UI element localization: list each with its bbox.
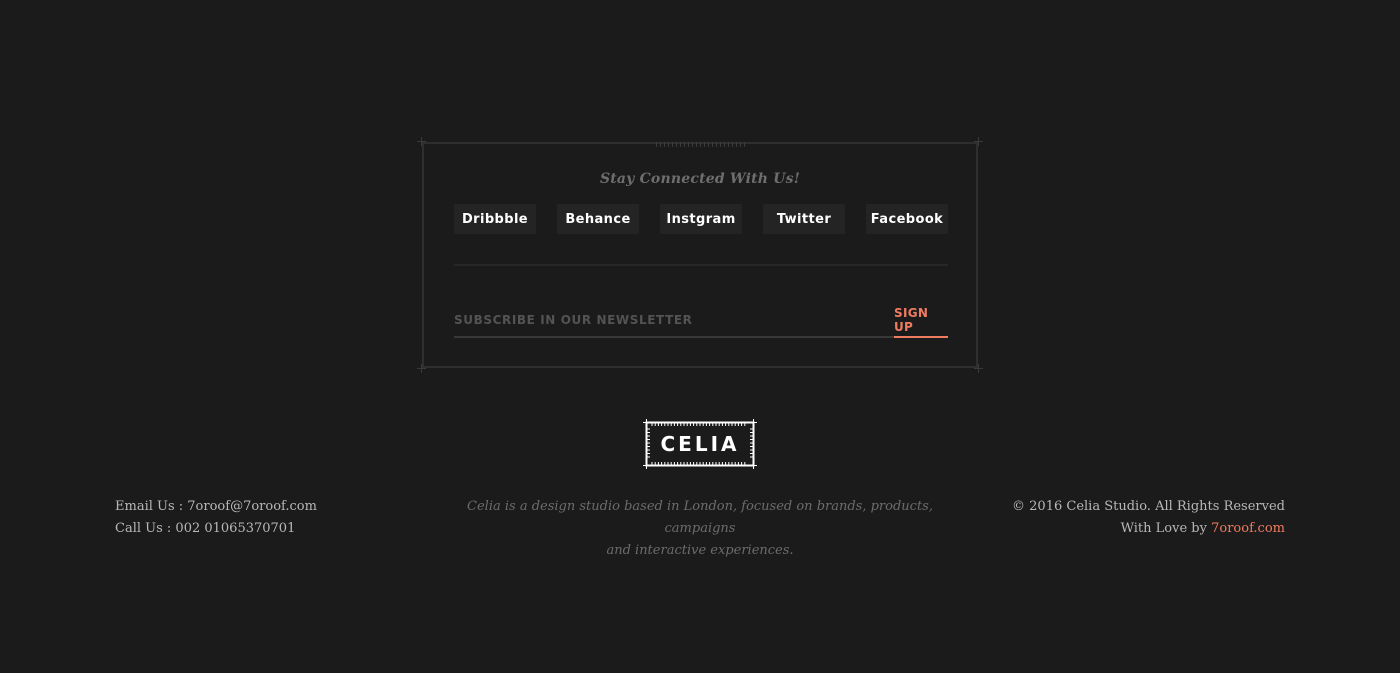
email-line: Email Us : 7oroof@7oroof.com bbox=[115, 499, 317, 514]
studio-tagline: Celia is a design studio based in London… bbox=[440, 496, 960, 562]
contact-info: Email Us : 7oroof@7oroof.com Call Us : 0… bbox=[115, 496, 317, 540]
frame-corner-bottom-left bbox=[417, 364, 426, 373]
frame-corner-bottom-right bbox=[974, 364, 983, 373]
celia-logo[interactable]: CELIA bbox=[643, 419, 757, 469]
connect-title: Stay Connected With Us! bbox=[599, 171, 801, 187]
instagram-link[interactable]: Instgram bbox=[660, 204, 742, 234]
twitter-link[interactable]: Twitter bbox=[763, 204, 845, 234]
facebook-link[interactable]: Facebook bbox=[866, 204, 948, 234]
credit-link[interactable]: 7oroof.com bbox=[1211, 521, 1285, 536]
phone-line: Call Us : 002 01065370701 bbox=[115, 521, 296, 536]
tagline-line-2: and interactive experiences. bbox=[606, 543, 794, 558]
dribbble-link[interactable]: Dribbble bbox=[454, 204, 536, 234]
logo-text: CELIA bbox=[660, 432, 740, 456]
sign-up-label: Sign Up bbox=[894, 306, 929, 334]
frame-corner-top-right bbox=[974, 137, 983, 146]
copyright-block: © 2016 Celia Studio. All Rights Reserved… bbox=[1012, 496, 1285, 540]
divider bbox=[454, 264, 948, 266]
tick-ornament bbox=[656, 142, 746, 147]
frame-corner-top-left bbox=[417, 137, 426, 146]
copyright-text: © 2016 Celia Studio. All Rights Reserved bbox=[1012, 499, 1285, 514]
newsletter-email-input[interactable] bbox=[454, 304, 884, 338]
behance-link[interactable]: Behance bbox=[557, 204, 639, 234]
newsletter-form: Sign Up bbox=[454, 304, 948, 338]
credit-prefix: With Love by bbox=[1120, 521, 1207, 536]
social-links: Dribbble Behance Instgram Twitter Facebo… bbox=[454, 204, 948, 236]
newsletter-underline bbox=[884, 336, 894, 338]
tagline-line-1: Celia is a design studio based in London… bbox=[467, 499, 933, 536]
connect-box: Stay Connected With Us! Dribbble Behance… bbox=[417, 137, 983, 373]
credit-line: With Love by 7oroof.com bbox=[1012, 518, 1285, 540]
sign-up-button[interactable]: Sign Up bbox=[894, 304, 948, 338]
